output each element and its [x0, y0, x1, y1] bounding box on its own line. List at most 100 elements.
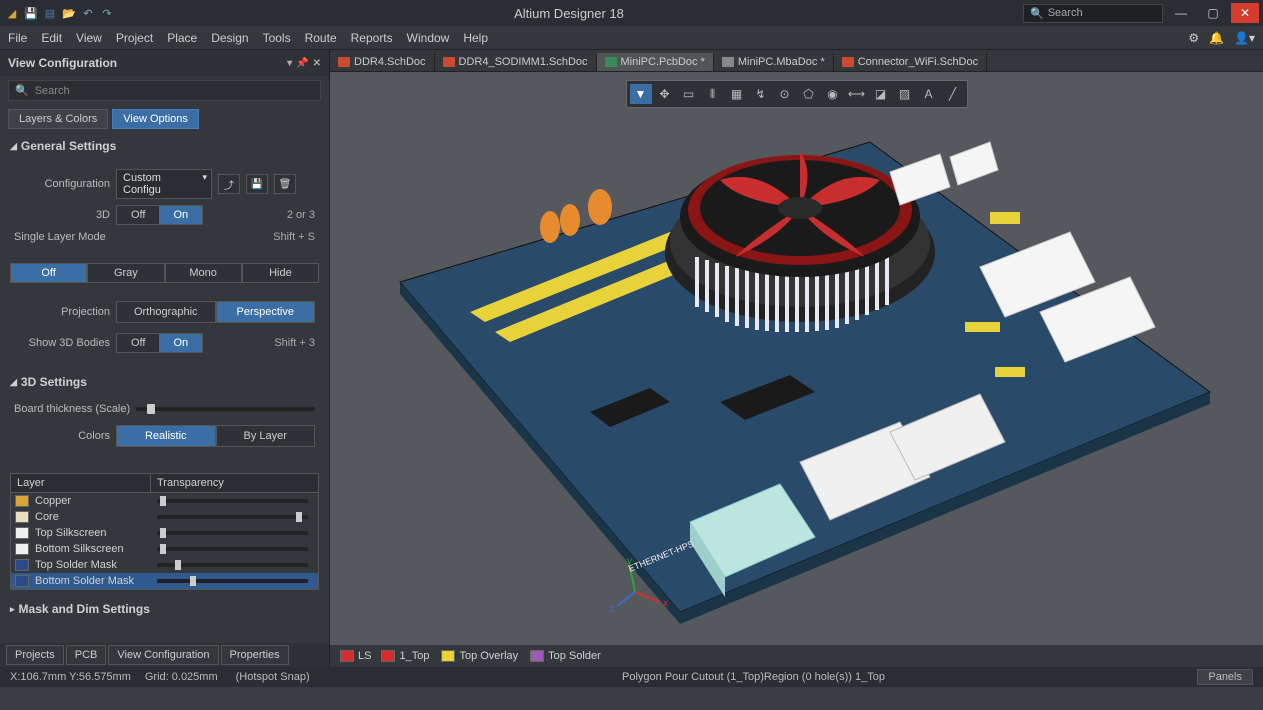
- mode-mono[interactable]: Mono: [165, 263, 242, 283]
- layer-row[interactable]: Top Silkscreen: [11, 525, 318, 541]
- menu-edit[interactable]: Edit: [41, 31, 62, 45]
- menu-view[interactable]: View: [76, 31, 102, 45]
- bottom-tab-properties[interactable]: Properties: [221, 645, 289, 665]
- bottom-tab-projects[interactable]: Projects: [6, 645, 64, 665]
- user-icon[interactable]: 👤▾: [1234, 31, 1255, 45]
- colors-bylayer[interactable]: By Layer: [216, 425, 316, 447]
- section-general[interactable]: ◢General Settings: [0, 133, 329, 159]
- config-save-icon[interactable]: 💾: [246, 174, 268, 194]
- status-message: Polygon Pour Cutout (1_Top)Region (0 hol…: [310, 671, 1198, 683]
- bodies-toggle[interactable]: Off On: [116, 333, 203, 353]
- tab-view-options[interactable]: View Options: [112, 109, 199, 129]
- layer-chip-label: 1_Top: [399, 650, 429, 662]
- search-placeholder: Search: [1048, 7, 1083, 19]
- layer-chip[interactable]: 1_Top: [381, 650, 429, 662]
- menu-project[interactable]: Project: [116, 31, 153, 45]
- undo-icon[interactable]: ↶: [80, 5, 96, 21]
- layer-row[interactable]: Copper: [11, 493, 318, 509]
- doc-tab[interactable]: MiniPC.PcbDoc *: [597, 53, 714, 71]
- layer-swatch: [15, 495, 29, 507]
- menu-place[interactable]: Place: [167, 31, 197, 45]
- config-export-icon[interactable]: ⤴: [218, 174, 240, 194]
- panel-search[interactable]: 🔍 Search: [8, 80, 321, 101]
- panel-pin-icon[interactable]: 📌: [296, 58, 308, 69]
- transparency-slider[interactable]: [157, 579, 308, 583]
- transparency-slider[interactable]: [157, 515, 308, 519]
- menu-file[interactable]: File: [8, 31, 27, 45]
- layer-swatch: [381, 650, 395, 662]
- single-layer-label: Single Layer Mode: [14, 231, 106, 243]
- colors-label: Colors: [14, 430, 110, 442]
- panel-close-icon[interactable]: ✕: [313, 58, 321, 69]
- bottom-tab-viewconfig[interactable]: View Configuration: [108, 645, 218, 665]
- 3d-label: 3D: [14, 209, 110, 221]
- layer-chip-label: Top Overlay: [459, 650, 518, 662]
- layer-row[interactable]: Top Solder Mask: [11, 557, 318, 573]
- 3d-toggle[interactable]: Off On: [116, 205, 203, 225]
- mode-gray[interactable]: Gray: [87, 263, 164, 283]
- doc-tab-label: DDR4.SchDoc: [354, 56, 426, 68]
- panels-button[interactable]: Panels: [1197, 669, 1253, 685]
- menu-route[interactable]: Route: [305, 31, 337, 45]
- panel-search-placeholder: Search: [35, 85, 70, 97]
- layer-row[interactable]: Bottom Silkscreen: [11, 541, 318, 557]
- menu-bar: File Edit View Project Place Design Tool…: [0, 26, 1263, 50]
- layer-chip[interactable]: Top Solder: [530, 650, 601, 662]
- layer-set[interactable]: LS: [340, 650, 371, 662]
- layer-row[interactable]: Bottom Solder Mask: [11, 573, 318, 589]
- mode-off[interactable]: Off: [10, 263, 87, 283]
- minimize-button[interactable]: —: [1167, 3, 1195, 23]
- menu-reports[interactable]: Reports: [351, 31, 393, 45]
- mode-hide[interactable]: Hide: [242, 263, 319, 283]
- layer-name: Top Silkscreen: [35, 527, 151, 539]
- colors-realistic[interactable]: Realistic: [116, 425, 216, 447]
- view-config-panel: View Configuration ▾ 📌 ✕ 🔍 Search Layers…: [0, 50, 330, 667]
- config-dropdown[interactable]: Custom Configu: [116, 169, 212, 199]
- redo-icon[interactable]: ↷: [99, 5, 115, 21]
- projection-label: Projection: [14, 306, 110, 318]
- document-tabs: DDR4.SchDoc DDR4_SODIMM1.SchDoc MiniPC.Pcb…: [330, 50, 1263, 72]
- 3d-hint: 2 or 3: [287, 209, 315, 221]
- 3d-viewport[interactable]: ▼ ✥ ▭ ⫴ ▦ ↯ ⊙ ⬠ ◉ ⟷ ◪ ▨ A ╱: [330, 72, 1263, 645]
- open-icon[interactable]: 📂: [61, 5, 77, 21]
- layer-swatch: [15, 511, 29, 523]
- gear-icon[interactable]: ⚙: [1188, 31, 1199, 45]
- bell-icon[interactable]: 🔔: [1209, 31, 1224, 45]
- doc-icon: [605, 57, 617, 67]
- maximize-button[interactable]: ▢: [1199, 3, 1227, 23]
- doc-tab[interactable]: MiniPC.MbaDoc *: [714, 53, 834, 71]
- doc-tab[interactable]: DDR4_SODIMM1.SchDoc: [435, 53, 597, 71]
- doc-tab[interactable]: DDR4.SchDoc: [330, 53, 435, 71]
- layer-chip[interactable]: Top Overlay: [441, 650, 518, 662]
- doc-tab-label: DDR4_SODIMM1.SchDoc: [459, 56, 588, 68]
- panel-dropdown-icon[interactable]: ▾: [287, 58, 292, 69]
- layer-swatch: [15, 527, 29, 539]
- tab-layers-colors[interactable]: Layers & Colors: [8, 109, 108, 129]
- transparency-slider[interactable]: [157, 563, 308, 567]
- editor-area: DDR4.SchDoc DDR4_SODIMM1.SchDoc MiniPC.Pcb…: [330, 50, 1263, 667]
- section-mask-dim[interactable]: ▸Mask and Dim Settings: [0, 596, 329, 622]
- layer-row[interactable]: Core: [11, 509, 318, 525]
- transparency-slider[interactable]: [157, 531, 308, 535]
- transparency-slider[interactable]: [157, 547, 308, 551]
- bottom-tabs: Projects PCB View Configuration Properti…: [0, 643, 329, 667]
- proj-ortho[interactable]: Orthographic: [116, 301, 216, 323]
- menu-help[interactable]: Help: [463, 31, 488, 45]
- proj-perspective[interactable]: Perspective: [216, 301, 316, 323]
- menu-window[interactable]: Window: [407, 31, 450, 45]
- transparency-slider[interactable]: [157, 499, 308, 503]
- save-icon[interactable]: 💾: [23, 5, 39, 21]
- global-search[interactable]: 🔍 Search: [1023, 4, 1163, 23]
- save-all-icon[interactable]: ▤: [42, 5, 58, 21]
- menu-design[interactable]: Design: [211, 31, 248, 45]
- config-delete-icon[interactable]: 🗑: [274, 174, 296, 194]
- menu-tools[interactable]: Tools: [263, 31, 291, 45]
- svg-text:x: x: [663, 598, 668, 609]
- close-button[interactable]: ✕: [1231, 3, 1259, 23]
- section-3d[interactable]: ◢3D Settings: [0, 369, 329, 395]
- search-icon: 🔍: [15, 84, 29, 97]
- panel-header: View Configuration ▾ 📌 ✕: [0, 50, 329, 76]
- bottom-tab-pcb[interactable]: PCB: [66, 645, 107, 665]
- thickness-slider[interactable]: [136, 407, 315, 411]
- doc-tab[interactable]: Connector_WiFi.SchDoc: [834, 53, 987, 71]
